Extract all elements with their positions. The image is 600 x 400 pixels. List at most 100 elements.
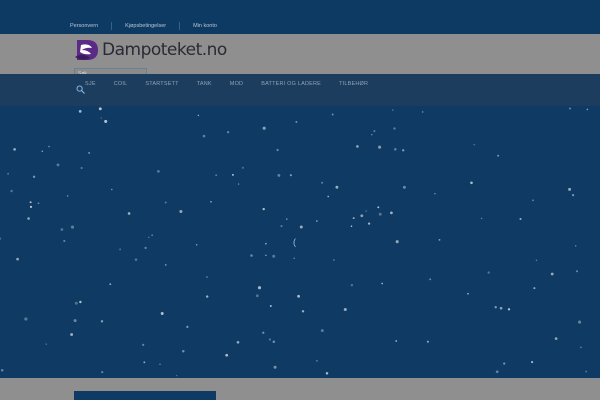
snow-dot <box>13 148 16 151</box>
snow-dot <box>210 201 212 203</box>
snow-dot <box>142 343 145 347</box>
snow-dot <box>426 340 429 343</box>
snow-dot <box>32 175 36 178</box>
snow-dot <box>494 306 497 309</box>
snow-dot <box>585 370 588 373</box>
snow-dot <box>572 194 575 197</box>
snow-dot <box>335 185 339 189</box>
snow-dot <box>289 174 292 177</box>
snow-dot <box>421 111 424 113</box>
snow-dot <box>365 210 367 212</box>
snow-dot <box>356 145 359 148</box>
snow-dot <box>343 307 347 312</box>
footer-box <box>74 391 216 400</box>
snow-dot <box>533 287 536 290</box>
top-link-privacy[interactable]: Personvern <box>70 23 98 29</box>
snow-dot <box>350 283 354 287</box>
snow-dot <box>159 363 161 366</box>
snow-dot <box>378 212 382 216</box>
snow-dot <box>327 195 330 198</box>
main-content-loading <box>0 106 600 378</box>
top-bar: Personvern Kjøpsbetingelser Min konto <box>0 0 600 34</box>
snow-dot <box>293 257 296 260</box>
snow-dot <box>179 209 183 214</box>
snow-dot <box>295 120 298 123</box>
nav-item-sje[interactable]: SJE <box>85 81 96 87</box>
snow-dot <box>265 254 267 257</box>
snow-dot <box>325 372 329 375</box>
main-nav: SJE COIL STARTSETT TANK MOD BATTERI OG L… <box>0 74 600 106</box>
snow-dot <box>98 107 102 111</box>
snow-dot <box>175 374 178 377</box>
snow-dot <box>29 205 33 209</box>
snow-dot <box>480 217 483 220</box>
snow-dot <box>333 259 335 261</box>
snow-dot <box>367 222 371 225</box>
snow-dot <box>429 278 432 281</box>
nav-item-tilbehor[interactable]: TILBEHØR <box>339 81 368 87</box>
snow-dot <box>331 113 334 116</box>
snow-dot <box>206 276 208 278</box>
snow-dot <box>143 361 146 364</box>
snow-dot <box>262 207 265 211</box>
snow-dot <box>202 134 206 138</box>
snow-dot <box>531 361 534 364</box>
snow-dot <box>74 301 78 305</box>
snow-dot <box>495 370 499 374</box>
nav-item-tank[interactable]: TANK <box>197 81 212 87</box>
nav-item-mod[interactable]: MOD <box>230 81 243 87</box>
snow-dot <box>60 228 64 231</box>
snow-dot <box>182 350 185 353</box>
snow-dot <box>467 292 469 295</box>
snow-dot <box>70 225 75 229</box>
snow-dot <box>100 117 102 119</box>
snow-dot <box>568 187 572 191</box>
snow-dot <box>206 295 209 298</box>
snow-dot <box>186 325 189 329</box>
snow-dot <box>438 238 441 241</box>
snow-dot <box>10 189 13 193</box>
snow-dot <box>73 319 77 323</box>
logo-text: Dampoteket.no <box>102 40 227 60</box>
snow-dot <box>268 338 271 341</box>
snow-dot <box>579 346 582 349</box>
snow-dot <box>535 259 538 262</box>
snow-dot <box>299 225 303 229</box>
nav-item-startsett[interactable]: STARTSETT <box>145 81 178 87</box>
top-link-terms[interactable]: Kjøpsbetingelser <box>125 23 166 29</box>
snow-dot <box>197 114 200 117</box>
snow-dot <box>574 245 577 247</box>
snow-dot <box>377 206 380 209</box>
snow-dot <box>215 174 218 177</box>
nav-list: SJE COIL STARTSETT TANK MOD BATTERI OG L… <box>85 81 386 87</box>
snow-dot <box>390 211 393 215</box>
search-icon[interactable] <box>76 85 85 94</box>
snow-dot <box>255 294 259 298</box>
snow-dot <box>473 143 476 146</box>
nav-item-batteri-og-ladere[interactable]: BATTERI OG LADERE <box>261 81 321 87</box>
snow-dot <box>148 236 150 239</box>
top-link-my-account[interactable]: Min konto <box>193 23 217 29</box>
site-logo[interactable]: Dampoteket.no <box>74 38 227 62</box>
snow-dot <box>48 145 50 148</box>
snow-dot <box>195 244 198 246</box>
snow-dot <box>226 131 230 134</box>
snow-dot <box>352 217 355 220</box>
snow-dot <box>88 151 91 154</box>
snow-dot <box>519 217 522 221</box>
snow-dot <box>402 185 406 189</box>
snow-dot <box>360 214 364 218</box>
snow-dot <box>321 181 324 184</box>
snow-dot <box>301 310 305 313</box>
snow-dot <box>503 362 506 365</box>
snow-dots-background <box>0 107 589 377</box>
snow-dot <box>127 212 131 215</box>
snow-dot <box>160 312 164 315</box>
snow-dot <box>470 181 473 185</box>
snow-dot <box>497 154 500 157</box>
snow-dot <box>109 283 112 286</box>
nav-item-coil[interactable]: COIL <box>114 81 128 87</box>
snow-dot <box>56 163 60 167</box>
snow-dot <box>272 340 276 344</box>
snow-dot <box>41 150 44 153</box>
